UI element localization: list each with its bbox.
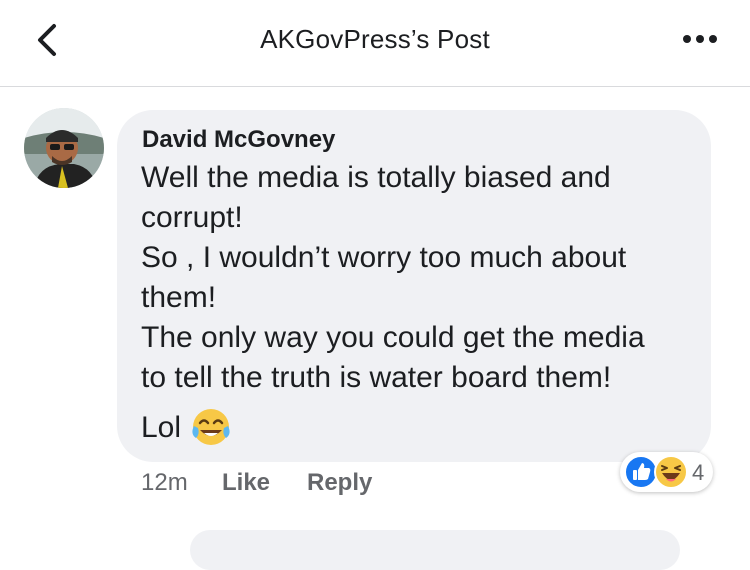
comment-line: The only way you could get the media <box>141 321 645 354</box>
page-title: AKGovPress’s Post <box>260 24 490 54</box>
next-comment-bubble <box>190 530 680 570</box>
avatar[interactable] <box>24 108 104 188</box>
comment-line: Well the media is totally biased and <box>141 161 611 194</box>
tears-of-joy-emoji-icon <box>190 406 232 448</box>
reply-button[interactable]: Reply <box>307 469 372 497</box>
comment-line: So , I wouldn’t worry too much about <box>141 241 627 274</box>
haha-icon <box>654 455 688 489</box>
comment-line: corrupt! <box>141 201 243 234</box>
header: AKGovPress’s Post <box>0 0 750 87</box>
comment-line: Lol <box>141 411 182 444</box>
like-button[interactable]: Like <box>222 469 270 497</box>
like-icon <box>624 455 658 489</box>
comment-author[interactable]: David McGovney <box>142 126 335 154</box>
comment-line: to tell the truth is water board them! <box>141 361 612 394</box>
reactions-summary[interactable]: 4 <box>620 452 713 492</box>
reaction-count: 4 <box>692 460 705 485</box>
comment-timestamp: 12m <box>141 469 188 496</box>
more-icon <box>683 35 717 43</box>
comment-line: them! <box>141 281 217 314</box>
more-options-button[interactable] <box>680 28 722 50</box>
